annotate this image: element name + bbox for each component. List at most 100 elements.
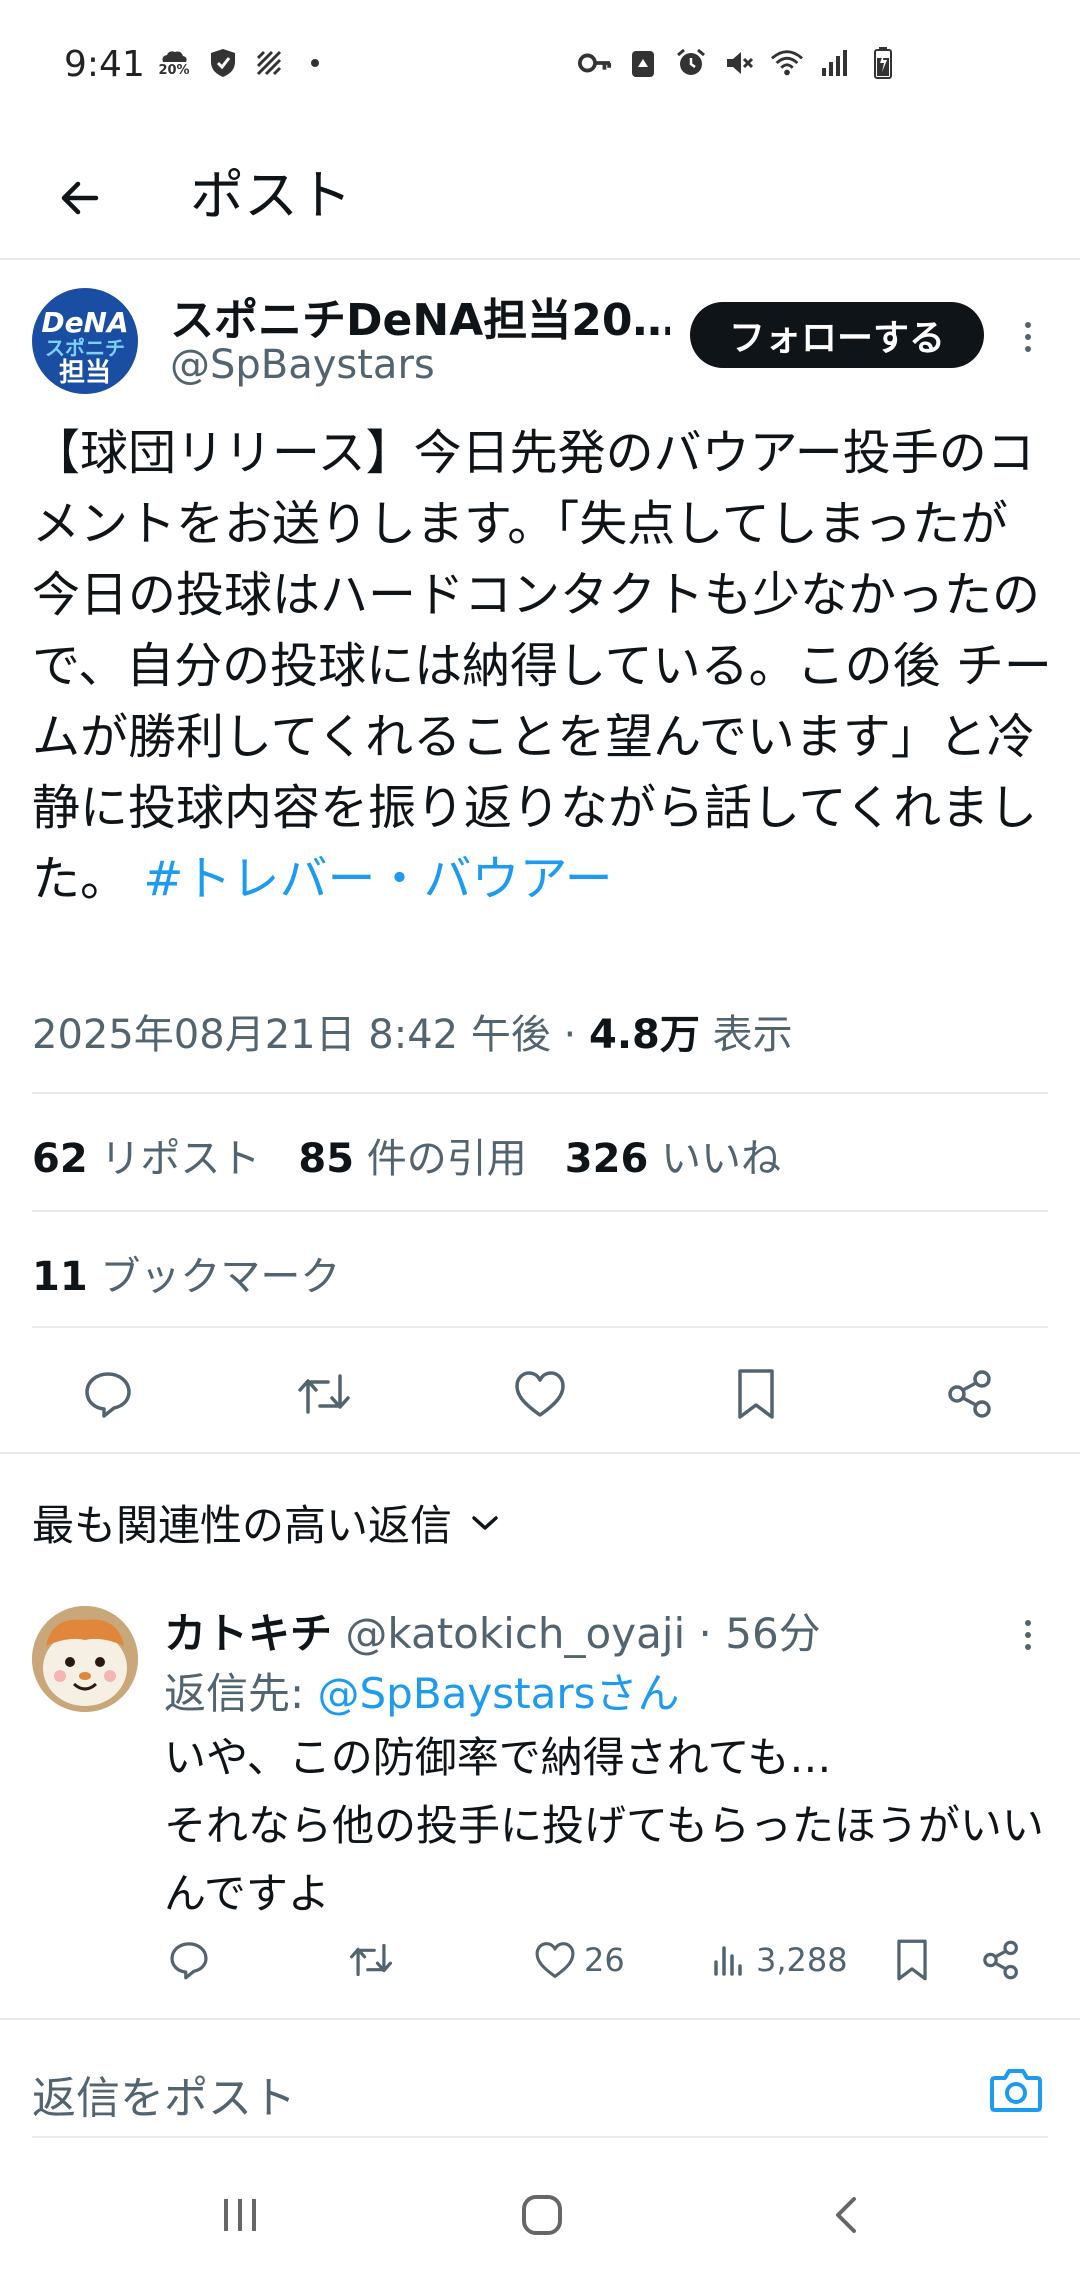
share-icon xyxy=(983,1940,1018,1980)
repost-icon xyxy=(349,1943,392,1977)
reply-share-button[interactable] xyxy=(980,1930,1022,1990)
back-icon xyxy=(836,2197,856,2233)
section-divider xyxy=(0,2018,1080,2020)
reply-views-count: 3,288 xyxy=(756,1941,848,1979)
hashtag-link[interactable]: #トレバー・バウアー xyxy=(143,851,612,907)
follow-button[interactable]: フォローする xyxy=(690,302,984,368)
reply-bookmark-button[interactable] xyxy=(894,1930,930,1990)
reposts-count: 62 xyxy=(32,1136,88,1182)
recycle-icon xyxy=(626,46,660,80)
reply-more-options-icon[interactable] xyxy=(1008,1610,1048,1660)
bookmarks-count: 11 xyxy=(32,1254,88,1300)
reply-author[interactable]: カトキチ @katokich_oyaji · 56分 xyxy=(164,1600,821,1661)
reposts-stat[interactable]: 62 リポスト xyxy=(32,1126,260,1184)
reply-views-button[interactable]: 3,288 xyxy=(712,1930,848,1990)
author-name[interactable]: スポニチDeNA担当20… xyxy=(170,284,670,348)
key-icon xyxy=(578,46,612,80)
signal-icon xyxy=(818,46,852,80)
reply-icon xyxy=(170,1942,208,1980)
reply-action-bar: 26 3,288 xyxy=(0,1930,1080,1996)
quotes-label: 件の引用 xyxy=(354,1136,527,1182)
reply-to: 返信先: @SpBaystarsさん xyxy=(164,1660,679,1721)
post-author-row: DeNA スポニチ 担当 スポニチDeNA担当20… @SpBaystars フ… xyxy=(0,262,1080,402)
reply-text: いや、この防御率で納得されても… それなら他の投手に投げてもらったほうがいいんで… xyxy=(164,1733,1044,1918)
mute-icon xyxy=(722,46,756,80)
post-action-bar xyxy=(0,1354,1080,1434)
like-button[interactable] xyxy=(510,1364,570,1424)
dot-icon xyxy=(298,46,332,80)
repost-icon xyxy=(298,1374,350,1414)
camera-button[interactable] xyxy=(986,2060,1046,2120)
likes-stat[interactable]: 326 いいね xyxy=(565,1126,781,1184)
reply-item[interactable]: カトキチ @katokich_oyaji · 56分 返信先: @SpBayst… xyxy=(0,1590,1080,1990)
reply-button[interactable] xyxy=(78,1364,138,1424)
post-stats: 62 リポスト 85 件の引用 326 いいね xyxy=(32,1126,781,1184)
author-avatar[interactable]: DeNA スポニチ 担当 xyxy=(32,288,138,394)
bookmarks-label: ブックマーク xyxy=(87,1254,341,1300)
author-handle[interactable]: @SpBaystars xyxy=(170,342,435,388)
home-button[interactable] xyxy=(502,2180,582,2250)
reply-like-button[interactable]: 26 xyxy=(534,1930,625,1990)
divider xyxy=(32,1326,1048,1328)
reply-reply-button[interactable] xyxy=(168,1930,210,1990)
reposts-label: リポスト xyxy=(87,1136,261,1182)
share-button[interactable] xyxy=(940,1364,1000,1424)
arrow-left-icon xyxy=(61,181,99,215)
quotes-count: 85 xyxy=(298,1136,355,1182)
recent-apps-button[interactable] xyxy=(200,2180,280,2250)
like-icon xyxy=(515,1371,565,1417)
alarm-icon xyxy=(674,46,708,80)
more-options-icon[interactable] xyxy=(1008,312,1048,362)
bookmarks-stat[interactable]: 11 ブックマーク xyxy=(32,1244,340,1302)
reply-handle-time: @katokich_oyaji · 56分 xyxy=(332,1609,821,1658)
bookmark-icon xyxy=(897,1939,927,1981)
replies-sort-label: 最も関連性の高い返信 xyxy=(32,1501,453,1550)
avatar-text-3: 担当 xyxy=(58,358,111,388)
like-icon xyxy=(535,1942,575,1978)
system-back-button[interactable] xyxy=(806,2180,886,2250)
back-button[interactable] xyxy=(44,162,116,234)
weather-label: 20% xyxy=(158,63,190,78)
reply-input[interactable]: 返信をポスト xyxy=(32,2062,296,2126)
recent-apps-icon xyxy=(224,2199,256,2231)
section-divider xyxy=(0,1452,1080,1454)
post-text: 【球団リリース】今日先発のバウアー投手のコメントをお送りします。「失点してしまっ… xyxy=(32,418,1052,915)
divider xyxy=(32,1092,1048,1094)
replies-sort-dropdown[interactable]: 最も関連性の高い返信 xyxy=(32,1492,500,1553)
chevron-down-icon xyxy=(472,1515,498,1530)
reply-repost-button[interactable] xyxy=(348,1930,394,1990)
post-meta: 2025年08月21日 8:42 午後 · 4.8万 表示 xyxy=(32,1002,793,1060)
reply-likes-count: 26 xyxy=(584,1941,625,1979)
repost-button[interactable] xyxy=(294,1364,354,1424)
status-time: 9:41 xyxy=(64,44,145,85)
status-bar: 9:41 20% xyxy=(0,0,1080,136)
bookmark-icon xyxy=(738,1369,774,1419)
divider xyxy=(32,1210,1048,1212)
page-title: ポスト xyxy=(190,164,352,227)
composer-underline xyxy=(32,2136,1048,2138)
wifi-icon xyxy=(770,46,804,80)
likes-count: 326 xyxy=(564,1136,649,1182)
reply-to-link[interactable]: @SpBaystarsさん xyxy=(318,1669,680,1718)
post-timestamp: 2025年08月21日 8:42 午後 · xyxy=(32,1012,589,1058)
post-body-text: 【球団リリース】今日先発のバウアー投手のコメントをお送りします。「失点してしまっ… xyxy=(32,425,1052,907)
camera-icon xyxy=(990,2069,1042,2112)
reply-icon xyxy=(85,1372,131,1418)
reply-author-name: カトキチ xyxy=(164,1609,333,1658)
top-app-bar: ポスト xyxy=(0,136,1080,260)
striped-icon xyxy=(252,46,286,80)
share-icon xyxy=(948,1370,991,1418)
reply-to-prefix: 返信先: xyxy=(164,1669,318,1718)
views-icon xyxy=(714,1946,742,1976)
likes-label: いいね xyxy=(648,1136,781,1182)
views-label: 表示 xyxy=(699,1012,793,1058)
weather-20-icon: 20% xyxy=(154,46,194,80)
system-nav-bar xyxy=(0,2150,1080,2280)
views-count: 4.8万 xyxy=(589,1012,700,1058)
quotes-stat[interactable]: 85 件の引用 xyxy=(298,1126,526,1184)
shield-icon xyxy=(206,46,240,80)
battery-icon xyxy=(866,46,900,80)
reply-avatar[interactable] xyxy=(32,1606,138,1712)
bookmark-button[interactable] xyxy=(726,1364,786,1424)
reply-composer: 返信をポスト xyxy=(0,2024,1080,2144)
